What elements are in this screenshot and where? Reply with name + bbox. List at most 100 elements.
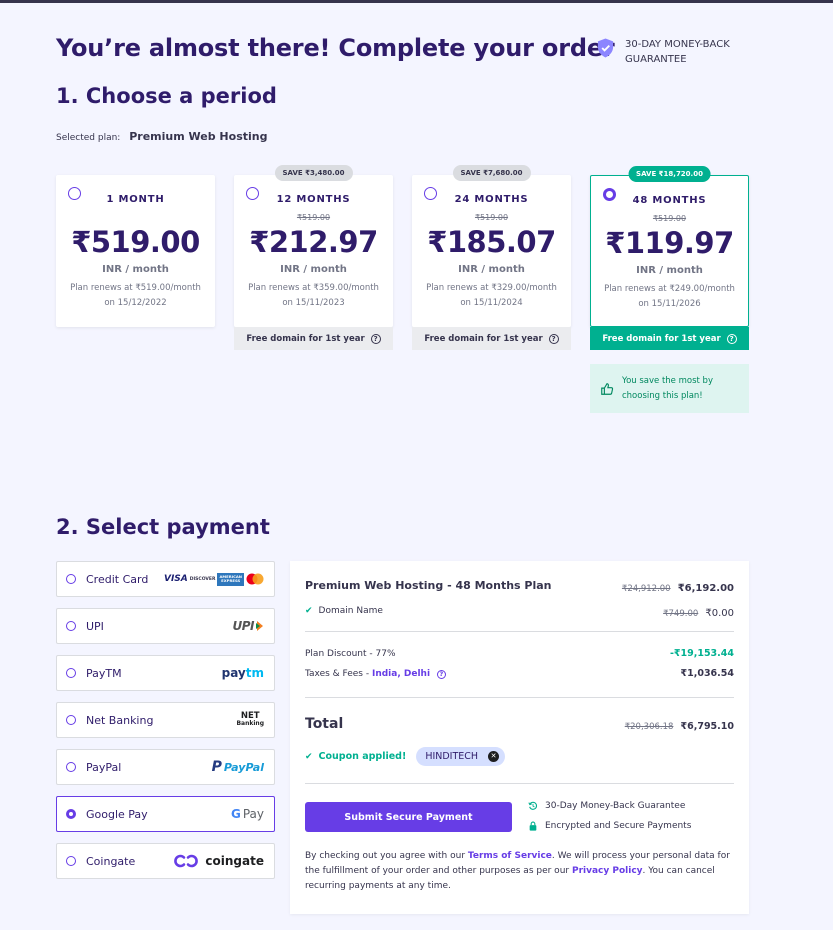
period-renew: Plan renews at ₹249.00/month on 15/11/20…: [591, 282, 748, 312]
divider: [305, 697, 734, 698]
payment-radio[interactable]: [66, 715, 76, 725]
payment-radio[interactable]: [66, 574, 76, 584]
note-line-1: You save the most by: [622, 375, 713, 386]
period-duration: 48 MONTHS: [632, 195, 707, 206]
total-label: Total: [305, 715, 344, 732]
help-icon[interactable]: ?: [436, 669, 446, 679]
coupon-applied-label: Coupon applied!: [318, 751, 407, 762]
renew-line-1: Plan renews at ₹519.00/month: [70, 283, 201, 293]
privacy-policy-link[interactable]: Privacy Policy: [572, 866, 643, 876]
assurance-text-2: Encrypted and Secure Payments: [545, 821, 692, 831]
help-icon[interactable]: ?: [548, 333, 559, 344]
payment-section-title: 2. Select payment: [56, 515, 270, 539]
payment-label: PayTM: [86, 666, 122, 680]
paypal-p-icon: P: [211, 759, 222, 775]
remove-coupon-icon[interactable]: ✕: [488, 751, 500, 762]
taxes-location-link[interactable]: India, Delhi: [372, 669, 430, 679]
amex-logo: AMERICAN EXPRESS: [217, 572, 244, 586]
net-banking-logo-line-2: Banking: [236, 720, 264, 727]
gpay-logo: G Pay: [231, 807, 264, 821]
paytm-logo: pay tm: [222, 666, 264, 680]
selected-plan-label: Selected plan:: [56, 133, 121, 143]
thumbs-up-icon: [601, 382, 614, 395]
selected-plan-value: Premium Web Hosting: [129, 130, 268, 143]
help-icon[interactable]: ?: [726, 333, 737, 344]
summary-total-row: Total ₹20,306.18 ₹6,795.10: [305, 714, 734, 733]
page-title: You’re almost there! Complete your order: [56, 34, 615, 62]
total-value: ₹6,795.10: [680, 721, 735, 732]
domain-old-price: ₹749.00: [663, 609, 699, 619]
free-domain-strip-active: Free domain for 1st year ?: [590, 327, 749, 350]
payment-radio[interactable]: [66, 668, 76, 678]
payment-radio-selected[interactable]: [66, 809, 76, 819]
period-card-48-months[interactable]: SAVE ₹18,720.00 48 MONTHS ₹519.00 ₹119.9…: [590, 166, 749, 327]
payment-radio[interactable]: [66, 762, 76, 772]
summary-plan-amounts: ₹24,912.00 ₹6,192.00: [622, 576, 734, 595]
payment-radio[interactable]: [66, 621, 76, 631]
payment-option-net-banking[interactable]: Net Banking NET Banking: [56, 702, 275, 738]
period-price: ₹119.97: [605, 226, 734, 260]
period-card-12-months[interactable]: SAVE ₹3,480.00 12 MONTHS ₹519.00 ₹212.97…: [234, 165, 393, 327]
payment-label: Coingate: [86, 854, 136, 868]
save-badge: SAVE ₹7,680.00: [452, 165, 531, 181]
period-per: INR / month: [636, 265, 703, 276]
payment-radio[interactable]: [66, 856, 76, 866]
period-card-24-months[interactable]: SAVE ₹7,680.00 24 MONTHS ₹519.00 ₹185.07…: [412, 165, 571, 327]
discover-logo: DISCOVER: [189, 576, 216, 582]
assurance-text-1: 30-Day Money-Back Guarantee: [545, 801, 686, 811]
total-amounts: ₹20,306.18 ₹6,795.10: [625, 714, 734, 733]
note-line-2: choosing this plan!: [622, 390, 703, 401]
period-old-price: ₹519.00: [652, 214, 687, 223]
period-card-1-month[interactable]: 1 MONTH ₹519.00 INR / month Plan renews …: [56, 175, 215, 327]
guarantee-line-2: GUARANTEE: [625, 54, 687, 65]
divider: [305, 783, 734, 784]
payment-label: Net Banking: [86, 713, 154, 727]
free-domain-label: Free domain for 1st year: [246, 333, 365, 344]
period-price: ₹212.97: [249, 225, 378, 259]
card-logos: VISA DISCOVER AMERICAN EXPRESS: [163, 572, 264, 586]
payment-option-credit-card[interactable]: Credit Card VISA DISCOVER AMERICAN EXPRE…: [56, 561, 275, 597]
plan-price: ₹6,192.00: [677, 583, 734, 594]
payment-option-google-pay[interactable]: Google Pay G Pay: [56, 796, 275, 832]
gpay-g-icon: G: [230, 807, 241, 821]
best-value-text: You save the most by choosing this plan!: [622, 374, 713, 404]
period-per: INR / month: [458, 264, 525, 275]
period-per: INR / month: [280, 264, 347, 275]
payment-option-paypal[interactable]: PayPal P PayPal: [56, 749, 275, 785]
period-duration: 24 MONTHS: [454, 194, 529, 205]
domain-label: Domain Name: [318, 605, 383, 616]
coupon-row: ✔ Coupon applied! HINDITECH ✕: [305, 747, 734, 766]
period-price: ₹185.07: [427, 225, 556, 259]
payment-option-paytm[interactable]: PayTM pay tm: [56, 655, 275, 691]
save-badge: SAVE ₹3,480.00: [274, 165, 353, 181]
payment-option-coingate[interactable]: Coingate coingate: [56, 843, 275, 879]
save-badge: SAVE ₹18,720.00: [628, 166, 711, 182]
renew-line-2: on 15/11/2026: [638, 299, 701, 309]
check-icon: ✔: [305, 751, 313, 762]
renew-line-1: Plan renews at ₹249.00/month: [604, 284, 735, 294]
payment-option-upi[interactable]: UPI UPI: [56, 608, 275, 644]
terms-of-service-link[interactable]: Terms of Service: [468, 851, 552, 861]
free-domain-label: Free domain for 1st year: [424, 333, 543, 344]
check-icon: ✔: [305, 605, 313, 616]
period-renew: Plan renews at ₹519.00/month on 15/12/20…: [56, 281, 215, 311]
visa-logo: VISA: [163, 574, 188, 584]
period-price: ₹519.00: [71, 225, 200, 259]
total-old-price: ₹20,306.18: [624, 722, 674, 732]
mastercard-logo: [246, 573, 264, 585]
help-icon[interactable]: ?: [370, 333, 381, 344]
assurance-money-back: 30-Day Money-Back Guarantee: [528, 801, 685, 811]
net-banking-logo-line-1: NET: [240, 711, 260, 721]
upi-arrow-icon: [256, 621, 263, 631]
taxes-label: Taxes & Fees -: [305, 668, 370, 679]
summary-domain-row: ✔ Domain Name ₹749.00 ₹0.00: [305, 601, 734, 620]
submit-payment-button[interactable]: Submit Secure Payment: [305, 802, 512, 832]
paytm-logo-tm: tm: [245, 666, 264, 680]
period-per: INR / month: [102, 264, 169, 275]
guarantee-text: 30-DAY MONEY-BACK GUARANTEE: [625, 37, 765, 67]
renew-line-2: on 15/11/2023: [282, 298, 345, 308]
assurance-secure: Encrypted and Secure Payments: [528, 821, 691, 831]
payment-label: PayPal: [86, 760, 122, 774]
summary-plan-row: Premium Web Hosting - 48 Months Plan ₹24…: [305, 576, 734, 595]
net-banking-logo: NET Banking: [236, 712, 264, 728]
